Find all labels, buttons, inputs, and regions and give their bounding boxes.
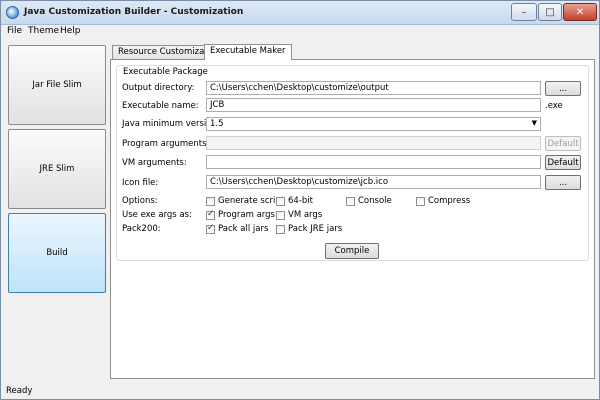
menu-theme[interactable]: Theme bbox=[28, 26, 59, 36]
checkbox-label: Pack JRE jars bbox=[288, 224, 343, 234]
checkbox-label: Generate script bbox=[218, 196, 285, 206]
menu-bar: File Theme Help bbox=[1, 25, 599, 41]
java-min-version-select[interactable]: 1.5 ▼ bbox=[206, 117, 541, 131]
checkbox-box bbox=[276, 224, 285, 234]
nav-jar-file-slim-button[interactable]: Jar File Slim bbox=[8, 45, 106, 125]
icon-file-label: Icon file: bbox=[122, 178, 159, 188]
output-directory-label: Output directory: bbox=[122, 83, 195, 93]
title-bar: Java Customization Builder - Customizati… bbox=[1, 1, 599, 25]
program-args-default-button[interactable]: Default bbox=[545, 136, 581, 151]
checkbox-box bbox=[276, 196, 285, 206]
vm-args-default-button[interactable]: Default bbox=[545, 155, 581, 170]
checkbox-label: 64-bit bbox=[288, 196, 313, 206]
dropdown-arrow-icon: ▼ bbox=[531, 119, 537, 127]
browse-icon-button[interactable]: ... bbox=[545, 175, 581, 190]
program-arguments-input[interactable] bbox=[206, 136, 541, 150]
program-args-checkbox[interactable]: Program args bbox=[206, 209, 275, 220]
checkbox-box bbox=[416, 196, 425, 206]
checkbox-label: Console bbox=[358, 196, 392, 206]
checkbox-box bbox=[206, 196, 215, 206]
executable-name-label: Executable name: bbox=[122, 101, 199, 111]
close-button[interactable]: ✕ bbox=[563, 3, 597, 21]
64-bit-checkbox[interactable]: 64-bit bbox=[276, 196, 313, 206]
pack-jre-jars-checkbox[interactable]: Pack JRE jars bbox=[276, 224, 342, 234]
checkbox-label: Pack all jars bbox=[218, 224, 269, 234]
icon-file-input[interactable]: C:\Users\cchen\Desktop\customize\jcb.ico bbox=[206, 175, 541, 189]
vm-arguments-input[interactable] bbox=[206, 155, 541, 169]
checkbox-box bbox=[276, 210, 285, 220]
java-min-version-value: 1.5 bbox=[210, 119, 224, 129]
group-title: Executable Package bbox=[122, 67, 209, 77]
checkbox-box bbox=[206, 223, 215, 234]
checkbox-box bbox=[346, 196, 355, 206]
status-text: Ready bbox=[6, 386, 33, 396]
maximize-button[interactable]: □ bbox=[538, 3, 562, 21]
menu-file[interactable]: File bbox=[7, 26, 22, 36]
window-title: Java Customization Builder - Customizati… bbox=[24, 7, 244, 17]
checkbox-label: Compress bbox=[428, 196, 471, 206]
compile-button[interactable]: Compile bbox=[325, 243, 379, 259]
compress-checkbox[interactable]: Compress bbox=[416, 196, 470, 206]
vm-arguments-label: VM arguments: bbox=[122, 158, 187, 168]
executable-name-input[interactable]: JCB bbox=[206, 98, 541, 112]
checkbox-label: VM args bbox=[288, 210, 323, 220]
tab-executable-maker[interactable]: Executable Maker bbox=[204, 44, 292, 60]
program-arguments-label: Program arguments: bbox=[122, 139, 210, 149]
vm-args-checkbox[interactable]: VM args bbox=[276, 210, 322, 220]
pack-all-jars-checkbox[interactable]: Pack all jars bbox=[206, 223, 269, 234]
use-exe-args-label: Use exe args as: bbox=[122, 210, 192, 220]
checkbox-box bbox=[206, 209, 215, 220]
output-directory-input[interactable]: C:\Users\cchen\Desktop\customize\output bbox=[206, 81, 541, 95]
exe-extension-label: .exe bbox=[545, 101, 563, 111]
java-app-icon bbox=[6, 6, 19, 19]
app-window: Java Customization Builder - Customizati… bbox=[0, 0, 600, 400]
generate-script-checkbox[interactable]: Generate script bbox=[206, 196, 284, 206]
pack200-label: Pack200: bbox=[122, 224, 161, 234]
browse-output-button[interactable]: ... bbox=[545, 81, 581, 96]
minimize-button[interactable]: – bbox=[511, 3, 537, 21]
nav-build-button[interactable]: Build bbox=[8, 213, 106, 293]
checkbox-label: Program args bbox=[218, 210, 275, 220]
console-checkbox[interactable]: Console bbox=[346, 196, 392, 206]
nav-jre-slim-button[interactable]: JRE Slim bbox=[8, 129, 106, 209]
menu-help[interactable]: Help bbox=[60, 26, 81, 36]
options-label: Options: bbox=[122, 196, 158, 206]
